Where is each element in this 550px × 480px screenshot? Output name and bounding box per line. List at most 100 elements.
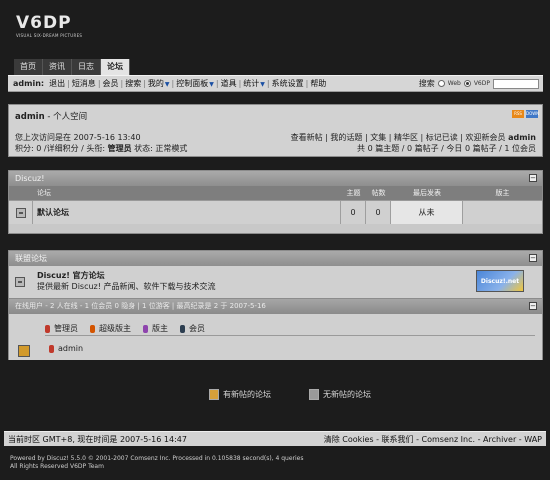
quick-links[interactable]: 查看新帖 | 我的话题 | 文集 | 精华区 | 标记已读 | 欢迎新会员 ad…	[291, 132, 536, 143]
divider	[45, 335, 535, 336]
radio-site[interactable]	[463, 80, 471, 87]
legend-label: 超级版主	[99, 324, 131, 333]
personal-username: admin	[15, 112, 45, 122]
nav-settings[interactable]: 系统设置	[270, 78, 306, 89]
search-input[interactable]	[493, 78, 539, 89]
last-visit: 您上次访问是在 2007-5-16 13:40	[15, 132, 141, 143]
forum-category-panel: Discuz! − 论坛 主题 帖数 最后发表 版主 默认论坛 0 0 从未	[8, 170, 543, 234]
legend-no-new-posts: 无新帖的论坛	[309, 389, 371, 400]
collapse-icon[interactable]: −	[529, 302, 537, 310]
nav-search[interactable]: 搜索	[123, 78, 143, 89]
footer-bar: 当前时区 GMT+8, 现在时间是 2007-5-16 14:47 清除 Coo…	[4, 431, 546, 446]
nav-messages[interactable]: 短消息	[70, 78, 98, 89]
site-logo[interactable]: V6DP VISUAL SIX-DREAM PICTURES	[16, 14, 82, 38]
nav-control-panel[interactable]: 控制面板▼	[174, 78, 216, 89]
forum-folder-icon	[15, 207, 26, 218]
copyright-line-1: Powered by Discuz! 5.5.0 © 2001-2007 Com…	[10, 455, 304, 462]
online-users-panel: 在线用户 - 2 人在线 - 1 位会员 0 隐身 | 1 位游客 | 最高纪录…	[8, 298, 543, 360]
table-row: 默认论坛 0 0 从未	[9, 200, 542, 224]
forum-posts: 0	[366, 201, 391, 224]
col-forum: 论坛	[37, 189, 51, 197]
last-visit-time: 2007-5-16 13:40	[73, 133, 141, 142]
forum-stats: 共 0 篇主题 / 0 篇帖子 / 今日 0 篇帖子 / 1 位会员	[357, 144, 536, 153]
col-moderator: 版主	[495, 189, 510, 197]
chevron-down-icon: ▼	[164, 81, 170, 88]
nav-help[interactable]: 帮助	[308, 78, 328, 89]
legend-super-mod: 超级版主	[90, 323, 131, 334]
online-header: 在线用户 - 2 人在线 - 1 位会员 0 隐身 | 1 位游客 | 最高纪录…	[9, 299, 542, 314]
discuz-logo[interactable]: Discuz!.net	[476, 270, 524, 292]
personal-space-panel: admin - 个人空间 RSS DOWN 您上次访问是在 2007-5-16 …	[8, 104, 543, 157]
nav-logout[interactable]: 退出	[47, 78, 67, 89]
user-icon	[49, 344, 54, 353]
logo-text: V6DP	[16, 13, 72, 33]
personal-space-title[interactable]: admin - 个人空间	[15, 110, 87, 122]
copyright-line-2: All Rights Reserved V6DP Team	[10, 463, 104, 470]
tab-forum[interactable]: 论坛	[101, 59, 130, 75]
partner-forum-link[interactable]: Discuz! 官方论坛	[37, 270, 105, 281]
rss-icon[interactable]: RSS	[512, 110, 524, 118]
down-icon[interactable]: DOWN	[526, 110, 539, 118]
personal-title-suffix: - 个人空间	[44, 112, 88, 122]
chevron-down-icon: ▼	[209, 81, 214, 88]
nav-items[interactable]: 道具	[219, 78, 239, 89]
partner-forum-panel: 联盟论坛 − Discuz! 官方论坛 提供最新 Discuz! 产品新闻、软件…	[8, 250, 543, 298]
user-icon	[45, 324, 50, 333]
radio-web[interactable]	[437, 80, 445, 87]
user-navbar: admin: 退出 | 短消息 | 会员 | 搜索 | 我的▼ | 控制面板▼ | 道具 | …	[8, 75, 543, 92]
col-last-post: 最后发表	[413, 189, 441, 197]
collapse-icon[interactable]: −	[529, 174, 537, 182]
user-status: 状态: 正常模式	[131, 144, 188, 153]
quick-links-text: 查看新帖 | 我的话题 | 文集 | 精华区 | 标记已读 | 欢迎新会员	[290, 133, 509, 142]
credits-text: 积分: 0 /详细积分 / 头衔:	[15, 144, 108, 153]
last-visit-label: 您上次访问是在	[15, 133, 71, 142]
no-new-posts-icon	[309, 389, 319, 400]
collapse-icon[interactable]: −	[529, 254, 537, 262]
nav-members[interactable]: 会员	[101, 78, 121, 89]
usergroup-legend: 管理员 超级版主 版主 会员	[45, 323, 205, 334]
partner-header: 联盟论坛 −	[9, 251, 542, 266]
radio-site-label: V6DP	[473, 80, 490, 87]
online-user-link[interactable]: admin	[58, 344, 83, 353]
nav-control-panel-label: 控制面板	[176, 79, 209, 88]
new-posts-label: 有新帖的论坛	[223, 390, 271, 399]
category-header: Discuz! −	[9, 171, 542, 186]
legend-admin: 管理员	[45, 323, 78, 334]
online-user-item: admin	[49, 344, 83, 353]
no-new-posts-label: 无新帖的论坛	[323, 390, 371, 399]
forum-name-link[interactable]: 默认论坛	[33, 201, 341, 224]
online-body: 管理员 超级版主 版主 会员 admin	[9, 314, 542, 360]
legend-mod: 版主	[143, 323, 168, 334]
user-icon	[90, 324, 95, 333]
online-summary[interactable]: 在线用户 - 2 人在线 - 1 位会员 0 隐身 | 1 位游客 | 最高纪录…	[15, 302, 266, 310]
new-member-link[interactable]: admin	[508, 133, 536, 142]
nav-username: admin:	[13, 79, 45, 88]
legend-label: 版主	[152, 324, 168, 333]
radio-web-label: Web	[447, 80, 461, 87]
nav-stats[interactable]: 统计▼	[241, 78, 267, 89]
forum-status-legend: 有新帖的论坛 无新帖的论坛	[209, 389, 371, 400]
legend-new-posts: 有新帖的论坛	[209, 389, 271, 400]
logo-tagline: VISUAL SIX-DREAM PICTURES	[16, 33, 83, 38]
category-title[interactable]: Discuz!	[15, 174, 44, 183]
tab-news[interactable]: 资讯	[43, 59, 72, 75]
search-label: 搜索	[418, 79, 435, 88]
nav-mine-label: 我的	[147, 79, 164, 88]
forum-folder-icon	[15, 277, 25, 287]
user-icon	[180, 324, 185, 333]
feed-badges: RSS DOWN	[512, 110, 539, 118]
user-credits: 积分: 0 /详细积分 / 头衔: 管理员 状态: 正常模式	[15, 143, 187, 154]
footer-links[interactable]: 清除 Cookies - 联系我们 - Comsenz Inc. - Archi…	[324, 432, 542, 447]
nav-mine[interactable]: 我的▼	[146, 78, 172, 89]
legend-member: 会员	[180, 323, 205, 334]
tab-home[interactable]: 首页	[14, 59, 43, 75]
col-topics: 主题	[346, 189, 361, 197]
partner-body: Discuz! 官方论坛 提供最新 Discuz! 产品新闻、软件下载与技术交流…	[9, 266, 542, 298]
nav-stats-label: 统计	[243, 79, 260, 88]
footer-time: 当前时区 GMT+8, 现在时间是 2007-5-16 14:47	[8, 435, 187, 444]
online-users-icon	[18, 345, 30, 357]
user-title: 管理员	[107, 144, 132, 153]
forum-table-header: 论坛 主题 帖数 最后发表 版主	[9, 186, 542, 200]
tab-blog[interactable]: 日志	[72, 59, 101, 75]
forum-moderator	[463, 201, 542, 224]
